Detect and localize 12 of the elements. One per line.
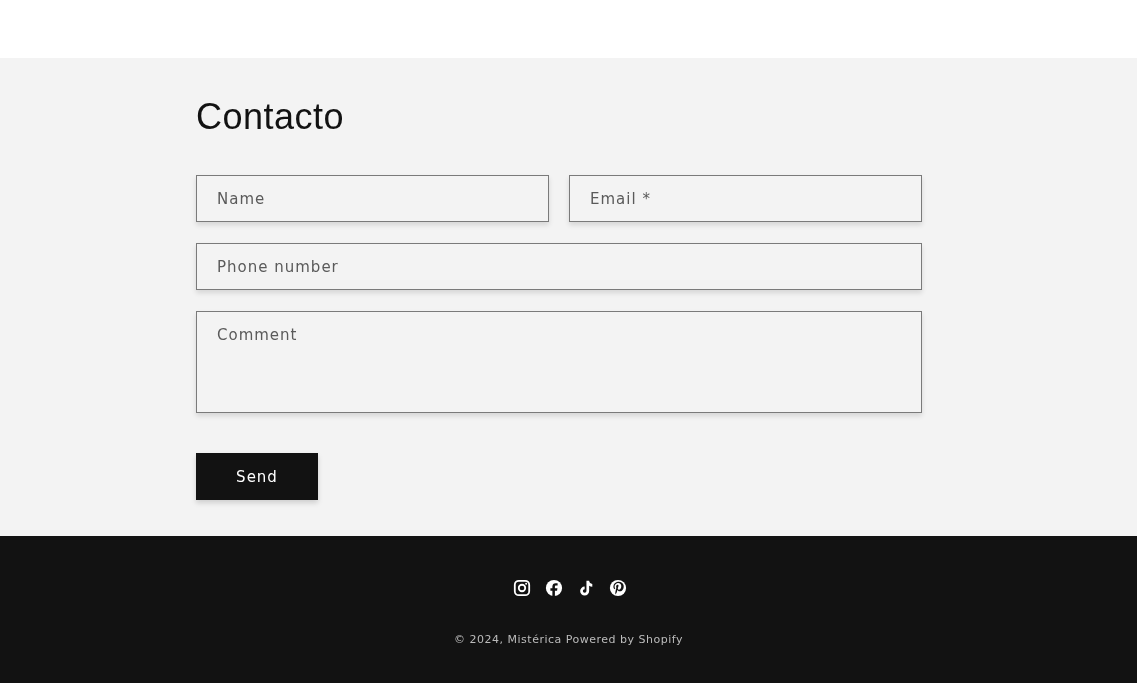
- page-heading: Contacto: [196, 96, 345, 139]
- input-field[interactable]: Email *: [569, 175, 922, 222]
- pinterest-icon[interactable]: [607, 578, 628, 598]
- brand-link[interactable]: Mistérica: [507, 633, 562, 646]
- powered-by-link[interactable]: Powered by Shopify: [565, 633, 683, 646]
- copyright-text: © 2024,: [454, 633, 504, 646]
- instagram-icon[interactable]: [511, 578, 532, 598]
- send-button[interactable]: Send: [196, 453, 318, 500]
- input-field[interactable]: Phone number: [196, 243, 922, 290]
- facebook-icon[interactable]: [543, 578, 564, 598]
- input-field[interactable]: Name: [196, 175, 549, 222]
- comment-field[interactable]: Comment: [196, 311, 922, 413]
